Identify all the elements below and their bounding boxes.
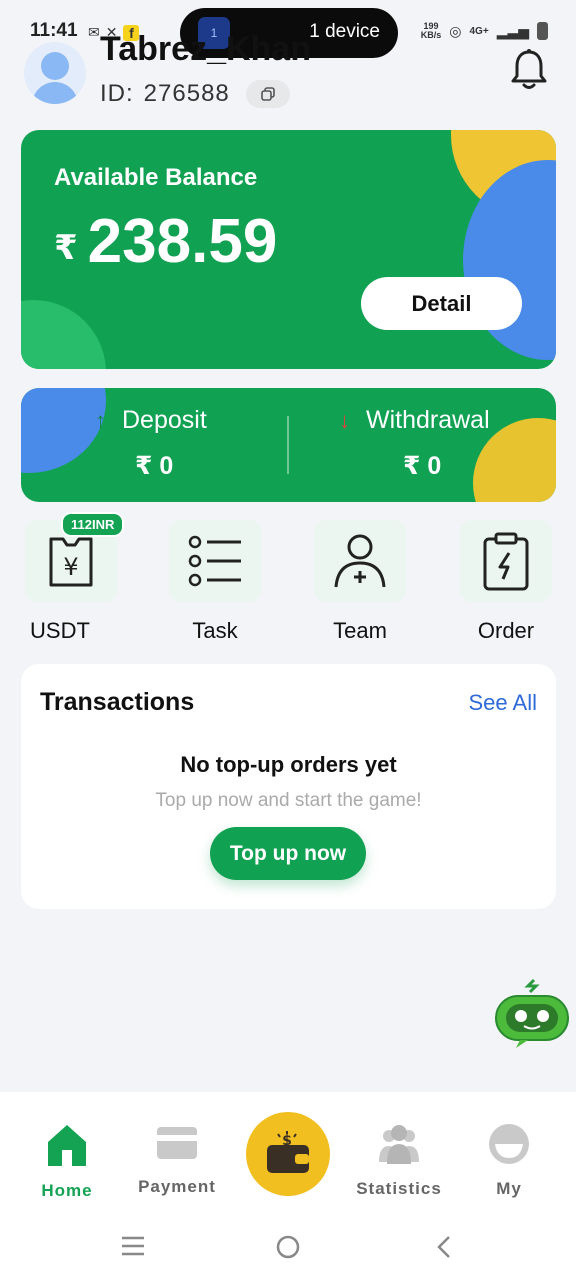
- detail-button[interactable]: Detail: [361, 277, 522, 330]
- signal-bars-icon: ▂▃▅: [496, 22, 529, 39]
- battery-icon: [537, 22, 548, 40]
- quick-action-order[interactable]: Order: [446, 520, 566, 644]
- nav-statistics-label: Statistics: [356, 1179, 442, 1198]
- divider: [287, 416, 289, 474]
- balance-card: Available Balance ₹ 238.59 Detail: [21, 130, 556, 369]
- profile-icon: [489, 1124, 529, 1164]
- network-speed: 199 KB/s: [420, 21, 442, 40]
- statistics-group-icon: [379, 1125, 419, 1164]
- home-circle-icon[interactable]: [275, 1234, 301, 1260]
- withdrawal-section[interactable]: ↓ Withdrawal ₹ 0: [339, 406, 490, 481]
- system-nav-bar: [0, 1214, 576, 1280]
- withdrawal-value: ₹ 0: [403, 452, 442, 480]
- balance-label: Available Balance: [54, 164, 258, 191]
- user-id-label: ID:: [100, 80, 134, 107]
- quick-action-usdt[interactable]: ¥ 112INR USDT: [10, 512, 130, 644]
- user-id-row: ID: 276588: [100, 80, 290, 108]
- quick-action-task[interactable]: Task: [155, 520, 275, 644]
- robot-assistant-icon[interactable]: [490, 978, 574, 1048]
- home-icon: [48, 1125, 86, 1166]
- payment-card-icon: [157, 1127, 197, 1159]
- funds-card: ↑ Deposit ₹ 0 ↓ Withdrawal ₹ 0: [21, 388, 556, 502]
- back-icon[interactable]: [434, 1234, 454, 1260]
- transactions-title: Transactions: [40, 688, 195, 716]
- message-icon: ✉: [88, 24, 100, 40]
- wallet-button[interactable]: $: [246, 1112, 330, 1196]
- decor-circle-blue: [21, 388, 106, 473]
- signal-4g-icon: 4G+: [469, 25, 489, 37]
- usdt-badge: 112INR: [61, 512, 125, 537]
- quick-action-team[interactable]: Team: [300, 520, 420, 644]
- usdt-receipt-icon: ¥: [49, 537, 93, 587]
- status-time: 11:41: [30, 20, 78, 41]
- balance-value: 238.59: [87, 207, 278, 276]
- deposit-value: ₹ 0: [135, 452, 174, 480]
- status-system-icons: 199 KB/s ◎ 4G+ ▂▃▅: [421, 22, 548, 40]
- hotspot-status-icon: ◎: [449, 22, 462, 39]
- empty-state-subtitle: Top up now and start the game!: [155, 790, 422, 811]
- svg-text:¥: ¥: [63, 553, 78, 581]
- usdt-label: USDT: [30, 618, 90, 643]
- transactions-card: Transactions See All No top-up orders ye…: [21, 664, 556, 909]
- task-list-icon: [188, 535, 241, 587]
- order-label: Order: [477, 618, 535, 643]
- wallet-icon: $: [267, 1131, 309, 1173]
- svg-text:$: $: [282, 1133, 292, 1149]
- arrow-up-icon: ↑: [95, 407, 106, 433]
- order-clipboard-icon: [483, 532, 529, 591]
- empty-state-title: No top-up orders yet: [180, 752, 397, 777]
- decor-circle-green: [21, 300, 106, 369]
- team-user-icon: [334, 534, 386, 588]
- deposit-section[interactable]: ↑ Deposit ₹ 0: [95, 406, 207, 481]
- avatar[interactable]: [24, 42, 86, 104]
- withdrawal-label: Withdrawal: [366, 406, 490, 434]
- nav-home[interactable]: Home: [12, 1122, 122, 1201]
- nav-my-label: My: [496, 1179, 522, 1198]
- copy-id-button[interactable]: [245, 80, 290, 108]
- connected-devices-text: 1 device: [309, 21, 380, 42]
- nav-payment[interactable]: Payment: [122, 1122, 232, 1197]
- balance-amount: ₹ 238.59: [54, 206, 277, 277]
- user-id-value: 276588: [143, 80, 230, 107]
- top-up-button[interactable]: Top up now: [210, 827, 366, 880]
- bottom-nav: Home Payment $ Statistics My: [0, 1092, 576, 1214]
- currency-symbol: ₹: [54, 228, 78, 267]
- nav-statistics[interactable]: Statistics: [344, 1122, 454, 1199]
- deposit-label: Deposit: [122, 406, 207, 434]
- recent-apps-icon[interactable]: [120, 1234, 146, 1258]
- team-label: Team: [333, 618, 387, 643]
- see-all-link[interactable]: See All: [469, 690, 538, 716]
- task-label: Task: [192, 618, 238, 643]
- arrow-down-icon: ↓: [339, 407, 350, 433]
- username: Tabrez_Khan: [100, 30, 311, 68]
- notification-bell-icon[interactable]: [510, 48, 548, 92]
- nav-my[interactable]: My: [454, 1122, 564, 1199]
- copy-icon: [260, 87, 275, 101]
- nav-home-label: Home: [41, 1181, 93, 1200]
- nav-payment-label: Payment: [138, 1177, 216, 1196]
